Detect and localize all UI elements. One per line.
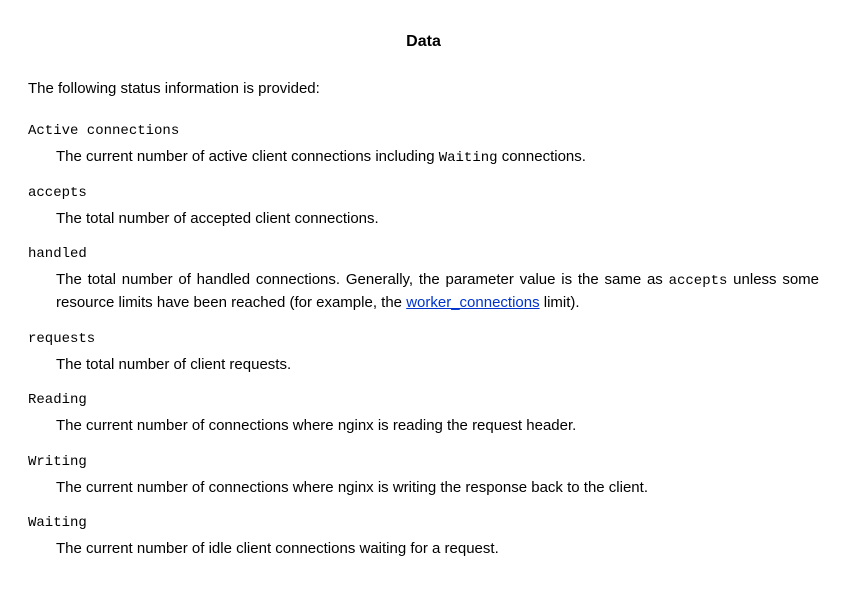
intro-text: The following status information is prov… (28, 78, 819, 101)
term-requests: requests (28, 329, 819, 350)
desc-waiting: The current number of idle client connec… (56, 538, 819, 561)
desc-requests: The total number of client requests. (56, 354, 819, 377)
desc-writing: The current number of connections where … (56, 477, 819, 500)
desc-text: limit). (540, 294, 580, 311)
link-worker-connections[interactable]: worker_connections (406, 294, 539, 311)
desc-text: The current number of active client conn… (56, 148, 439, 165)
desc-handled: The total number of handled connections.… (56, 269, 819, 315)
desc-text: The total number of handled connections.… (56, 271, 669, 288)
desc-active-connections: The current number of active client conn… (56, 146, 819, 169)
definition-list: Active connections The current number of… (28, 121, 819, 561)
term-writing: Writing (28, 452, 819, 473)
term-handled: handled (28, 244, 819, 265)
term-accepts: accepts (28, 183, 819, 204)
desc-reading: The current number of connections where … (56, 415, 819, 438)
inline-code-accepts: accepts (669, 273, 728, 289)
desc-accepts: The total number of accepted client conn… (56, 208, 819, 231)
section-heading: Data (28, 30, 819, 54)
term-active-connections: Active connections (28, 121, 819, 142)
inline-code-waiting: Waiting (439, 150, 498, 166)
desc-text: connections. (498, 148, 586, 165)
term-reading: Reading (28, 390, 819, 411)
